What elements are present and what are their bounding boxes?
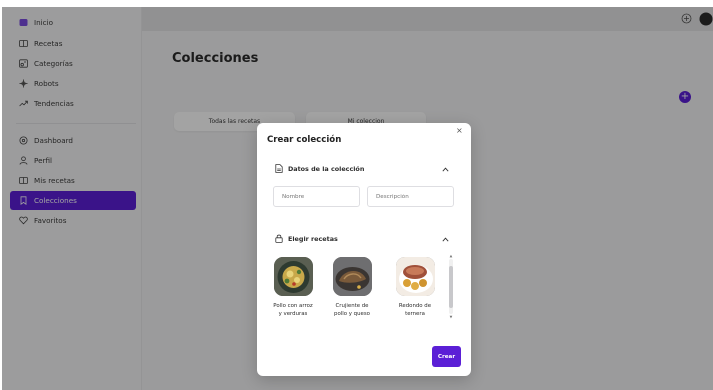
- recipe-card[interactable]: Crujiente de pollo y queso: [328, 257, 376, 318]
- chevron-up-icon[interactable]: [441, 235, 449, 243]
- scroll-up-icon[interactable]: ▲: [449, 254, 453, 258]
- recipe-card[interactable]: Redondo de ternera: [391, 257, 439, 318]
- name-field[interactable]: [273, 186, 360, 207]
- document-icon: [274, 164, 283, 173]
- create-button[interactable]: Crear: [432, 346, 461, 367]
- close-icon[interactable]: ×: [456, 126, 463, 135]
- section-details-title: Datos de la colección: [288, 164, 365, 173]
- recipe-card[interactable]: Pollo con arroz y verduras: [269, 257, 317, 318]
- create-collection-modal: × Crear colección Datos de la colección …: [257, 123, 471, 376]
- section-details-header[interactable]: Datos de la colección: [274, 164, 364, 173]
- description-field[interactable]: [367, 186, 454, 207]
- recipe-name: Crujiente de pollo y queso: [334, 303, 370, 317]
- recipe-image: [395, 257, 435, 296]
- recipe-image: [332, 257, 372, 296]
- recipe-image: [273, 257, 313, 296]
- recipe-name: Pollo con arroz y verduras: [273, 303, 313, 317]
- modal-title: Crear colección: [267, 135, 342, 145]
- scrollbar-thumb[interactable]: [449, 266, 453, 308]
- recipe-name: Redondo de ternera: [398, 303, 432, 317]
- scroll-down-icon[interactable]: ▼: [449, 315, 453, 319]
- recipes-scrollbar[interactable]: ▲ ▼: [449, 254, 453, 319]
- chevron-up-icon[interactable]: [441, 165, 449, 173]
- lock-icon: [274, 234, 283, 243]
- section-recipes-header[interactable]: Elegir recetas: [274, 234, 338, 243]
- section-recipes-title: Elegir recetas: [288, 234, 338, 243]
